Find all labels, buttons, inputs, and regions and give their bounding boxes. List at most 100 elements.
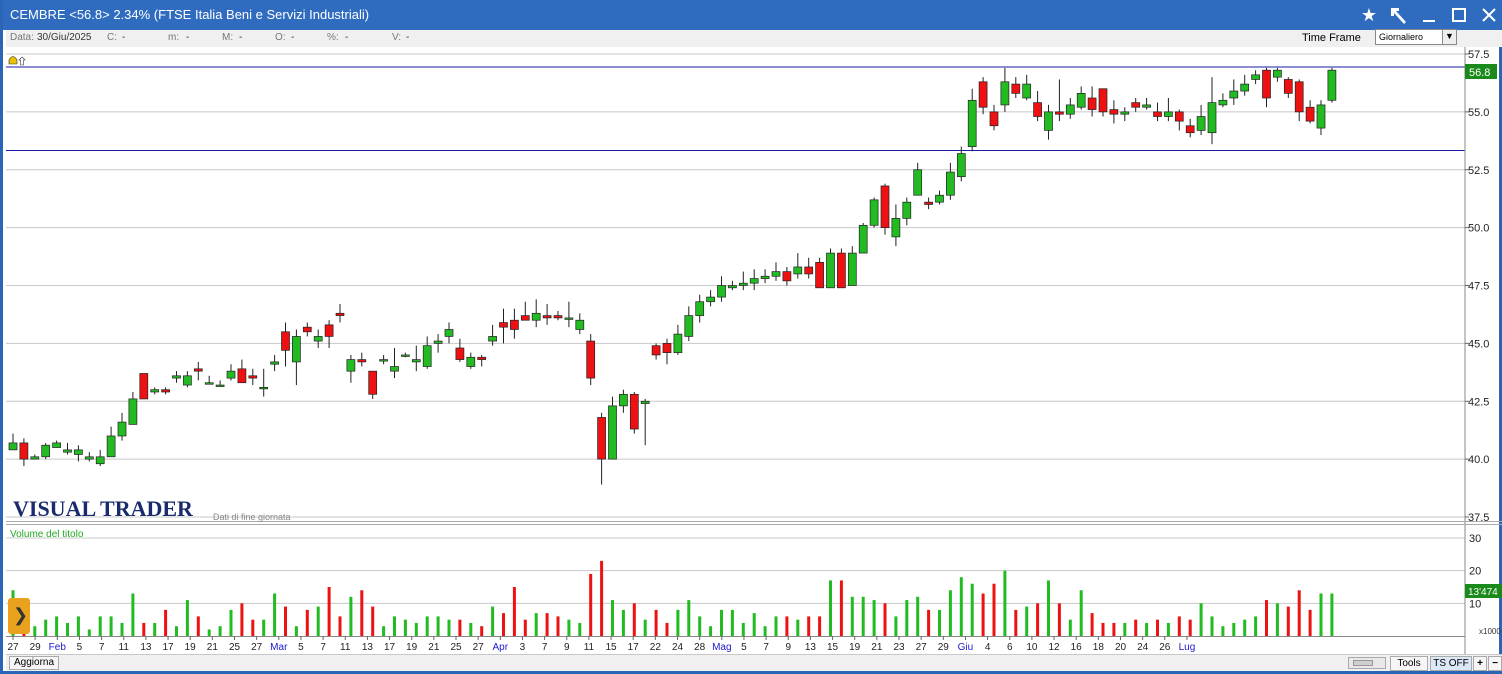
- candle-body: [455, 347, 465, 360]
- horizontal-scrollbar[interactable]: [1348, 657, 1386, 669]
- time-tick-label: Apr: [493, 642, 509, 653]
- candle-body: [313, 336, 323, 342]
- volume-bar: [1101, 622, 1105, 636]
- candle-body: [935, 194, 944, 203]
- volume-bar: [807, 616, 811, 636]
- volume-bar: [1275, 603, 1279, 636]
- volume-bar: [578, 622, 582, 636]
- candle-body: [847, 252, 857, 286]
- volume-bar: [600, 560, 604, 636]
- candle-body: [531, 312, 541, 321]
- candle-body: [1251, 74, 1260, 80]
- candle-body: [488, 336, 497, 342]
- candle-body: [553, 315, 563, 319]
- volume-bar: [709, 626, 713, 636]
- volume-bar: [1025, 606, 1029, 636]
- candle-body: [684, 315, 694, 337]
- volume-bar: [393, 616, 396, 636]
- volume-tick-label: 10: [1469, 598, 1481, 610]
- candle-body: [270, 361, 279, 365]
- time-tick-label: 4: [985, 642, 991, 653]
- volume-bar: [927, 609, 931, 636]
- candle-body: [815, 262, 824, 289]
- scroll-left-button[interactable]: ❯: [8, 598, 30, 634]
- candle-body: [1240, 83, 1250, 92]
- time-tick-label: 15: [827, 642, 839, 653]
- volume-bar: [76, 616, 80, 636]
- candle-body: [1098, 88, 1108, 113]
- candle-body: [826, 252, 835, 289]
- volume-bar: [796, 619, 800, 636]
- volume-bar: [185, 600, 189, 636]
- volume-bar: [687, 600, 691, 636]
- aggiorna-button[interactable]: Aggiorna: [9, 656, 60, 670]
- candle-body: [1055, 111, 1064, 115]
- volume-bar: [534, 613, 538, 636]
- candle-body: [215, 384, 225, 387]
- volume-bar: [1188, 619, 1192, 636]
- time-tick-label: Mar: [270, 642, 288, 653]
- last-price-text: 56.8: [1469, 67, 1490, 79]
- candle-body: [95, 456, 105, 465]
- volume-bar: [1014, 609, 1018, 636]
- time-tick-label: 7: [763, 642, 769, 653]
- candle-body: [1305, 106, 1315, 122]
- volume-bar: [1123, 622, 1127, 636]
- volume-bar: [992, 583, 996, 636]
- time-tick-label: 3: [520, 642, 526, 653]
- arrow-up-icon[interactable]: [18, 56, 26, 66]
- volume-bar: [1003, 570, 1007, 636]
- volume-bar: [861, 596, 865, 636]
- time-tick-label: 27: [251, 642, 263, 653]
- volume-pane-title: Volume del titolo: [10, 529, 84, 540]
- time-tick-label: 13: [805, 642, 817, 653]
- time-tick-label: Giu: [958, 642, 974, 653]
- candle-body: [1120, 111, 1130, 115]
- volume-bar: [883, 603, 887, 636]
- candle-body: [1218, 99, 1228, 106]
- time-tick-label: 27: [916, 642, 928, 653]
- zoom-in-button[interactable]: +: [1473, 656, 1487, 671]
- candle-body: [1076, 93, 1086, 108]
- time-tick-label: 7: [99, 642, 105, 653]
- volume-bar: [829, 580, 832, 636]
- candle-body: [629, 393, 639, 430]
- alert-bell-icon[interactable]: [8, 56, 18, 65]
- volume-bar: [763, 626, 767, 636]
- volume-bar: [360, 590, 364, 636]
- candle-body: [19, 442, 29, 460]
- candle-body: [324, 324, 334, 337]
- last-volume-text: 13'474: [1468, 587, 1498, 598]
- volume-bar: [175, 626, 178, 636]
- candle-body: [357, 359, 367, 363]
- candle-body: [608, 405, 617, 460]
- volume-bar: [153, 622, 157, 636]
- time-tick-label: 17: [384, 642, 396, 653]
- candle-body: [204, 382, 214, 385]
- candle-body: [586, 340, 596, 379]
- volume-bar: [164, 609, 168, 636]
- price-chart[interactable]: 57.5 55.0 52.5 50.0 47.5 45.0 42.5 40.0 37.5 30 2…: [3, 0, 1502, 674]
- candle-body: [749, 278, 759, 284]
- candle-body: [858, 224, 868, 254]
- time-tick-label: 7: [320, 642, 326, 653]
- candle-body: [575, 319, 585, 330]
- volume-bar: [251, 619, 255, 636]
- candle-body: [946, 171, 955, 196]
- ts-off-button[interactable]: TS OFF: [1430, 656, 1472, 671]
- volume-bar: [1057, 603, 1061, 636]
- price-tick-label: 45.0: [1468, 338, 1489, 350]
- zoom-out-button[interactable]: −: [1488, 656, 1502, 671]
- volume-bar: [676, 609, 680, 636]
- time-tick-label: 15: [605, 642, 617, 653]
- tools-button[interactable]: Tools: [1390, 656, 1428, 671]
- candle-body: [771, 271, 781, 277]
- volume-bar: [480, 626, 484, 636]
- volume-bar: [1254, 616, 1258, 636]
- scrollbar-thumb[interactable]: [1353, 660, 1373, 666]
- time-tick-label: 18: [1093, 642, 1105, 653]
- volume-bar: [1297, 590, 1301, 636]
- volume-bar: [839, 580, 843, 636]
- volume-bar: [294, 626, 298, 636]
- volume-bar: [436, 616, 440, 636]
